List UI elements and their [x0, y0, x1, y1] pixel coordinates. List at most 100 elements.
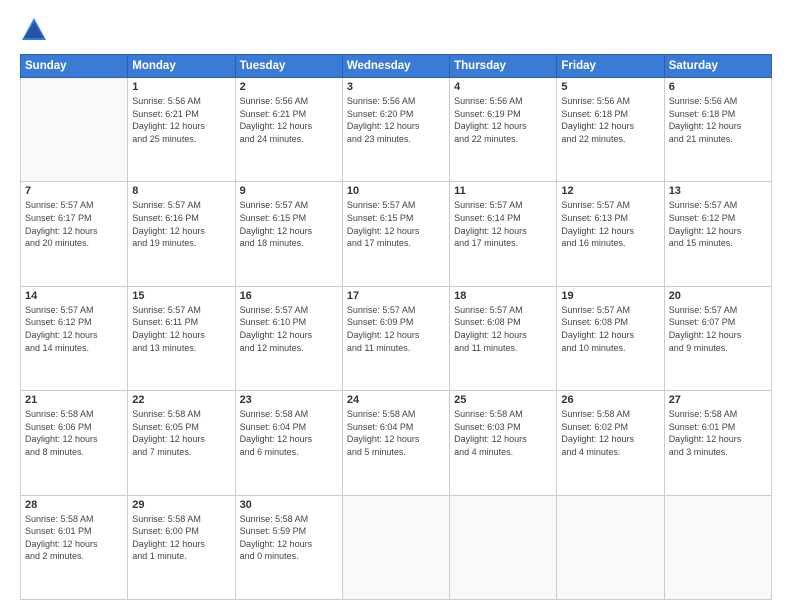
day-cell: 11 Sunrise: 5:57 AM Sunset: 6:14 PM Dayli… [450, 182, 557, 286]
weekday-header-thursday: Thursday [450, 55, 557, 78]
day-cell: 30 Sunrise: 5:58 AM Sunset: 5:59 PM Dayli… [235, 495, 342, 599]
day-number: 5 [561, 81, 659, 93]
weekday-header-tuesday: Tuesday [235, 55, 342, 78]
day-cell: 20 Sunrise: 5:57 AM Sunset: 6:07 PM Dayli… [664, 286, 771, 390]
day-cell: 13 Sunrise: 5:57 AM Sunset: 6:12 PM Dayli… [664, 182, 771, 286]
day-info: Sunrise: 5:56 AM Sunset: 6:18 PM Dayligh… [669, 95, 767, 145]
week-row-4: 21Sunrise: 5:58 AM Sunset: 6:06 PM Dayli… [21, 391, 772, 495]
logo [20, 16, 54, 44]
day-cell: 27 Sunrise: 5:58 AM Sunset: 6:01 PM Dayli… [664, 391, 771, 495]
day-cell: 24Sunrise: 5:58 AM Sunset: 6:04 PM Dayli… [342, 391, 449, 495]
day-info: Sunrise: 5:57 AM Sunset: 6:12 PM Dayligh… [25, 304, 123, 354]
day-info: Sunrise: 5:57 AM Sunset: 6:14 PM Dayligh… [454, 199, 552, 249]
week-row-1: 1 Sunrise: 5:56 AM Sunset: 6:21 PM Daylig… [21, 78, 772, 182]
day-cell: 21Sunrise: 5:58 AM Sunset: 6:06 PM Dayli… [21, 391, 128, 495]
weekday-header-row: SundayMondayTuesdayWednesdayThursdayFrid… [21, 55, 772, 78]
day-number: 21 [25, 394, 123, 406]
day-number: 26 [561, 394, 659, 406]
day-info: Sunrise: 5:56 AM Sunset: 6:19 PM Dayligh… [454, 95, 552, 145]
day-info: Sunrise: 5:56 AM Sunset: 6:21 PM Dayligh… [132, 95, 230, 145]
day-number: 19 [561, 290, 659, 302]
day-cell: 16 Sunrise: 5:57 AM Sunset: 6:10 PM Dayli… [235, 286, 342, 390]
day-number: 4 [454, 81, 552, 93]
calendar: SundayMondayTuesdayWednesdayThursdayFrid… [20, 54, 772, 600]
day-cell: 18 Sunrise: 5:57 AM Sunset: 6:08 PM Dayli… [450, 286, 557, 390]
day-cell: 7 Sunrise: 5:57 AM Sunset: 6:17 PM Daylig… [21, 182, 128, 286]
day-number: 2 [240, 81, 338, 93]
day-cell: 12 Sunrise: 5:57 AM Sunset: 6:13 PM Dayli… [557, 182, 664, 286]
day-cell: 19 Sunrise: 5:57 AM Sunset: 6:08 PM Dayli… [557, 286, 664, 390]
day-number: 18 [454, 290, 552, 302]
day-info: Sunrise: 5:58 AM Sunset: 5:59 PM Dayligh… [240, 513, 338, 563]
day-info: Sunrise: 5:57 AM Sunset: 6:08 PM Dayligh… [561, 304, 659, 354]
day-number: 24 [347, 394, 445, 406]
day-number: 12 [561, 185, 659, 197]
day-number: 15 [132, 290, 230, 302]
day-cell: 23 Sunrise: 5:58 AM Sunset: 6:04 PM Dayli… [235, 391, 342, 495]
day-cell: 14 Sunrise: 5:57 AM Sunset: 6:12 PM Dayli… [21, 286, 128, 390]
page: SundayMondayTuesdayWednesdayThursdayFrid… [0, 0, 792, 612]
day-info: Sunrise: 5:57 AM Sunset: 6:08 PM Dayligh… [454, 304, 552, 354]
day-cell [450, 495, 557, 599]
week-row-2: 7 Sunrise: 5:57 AM Sunset: 6:17 PM Daylig… [21, 182, 772, 286]
day-number: 9 [240, 185, 338, 197]
weekday-header-monday: Monday [128, 55, 235, 78]
day-cell: 26 Sunrise: 5:58 AM Sunset: 6:02 PM Dayli… [557, 391, 664, 495]
day-number: 1 [132, 81, 230, 93]
day-info: Sunrise: 5:58 AM Sunset: 6:01 PM Dayligh… [25, 513, 123, 563]
day-cell: 6 Sunrise: 5:56 AM Sunset: 6:18 PM Daylig… [664, 78, 771, 182]
day-info: Sunrise: 5:58 AM Sunset: 6:02 PM Dayligh… [561, 408, 659, 458]
day-number: 14 [25, 290, 123, 302]
week-row-5: 28 Sunrise: 5:58 AM Sunset: 6:01 PM Dayli… [21, 495, 772, 599]
day-cell: 22Sunrise: 5:58 AM Sunset: 6:05 PM Dayli… [128, 391, 235, 495]
day-cell: 17Sunrise: 5:57 AM Sunset: 6:09 PM Dayli… [342, 286, 449, 390]
day-number: 13 [669, 185, 767, 197]
day-info: Sunrise: 5:57 AM Sunset: 6:10 PM Dayligh… [240, 304, 338, 354]
day-info: Sunrise: 5:56 AM Sunset: 6:18 PM Dayligh… [561, 95, 659, 145]
day-number: 28 [25, 499, 123, 511]
weekday-header-wednesday: Wednesday [342, 55, 449, 78]
day-cell: 25 Sunrise: 5:58 AM Sunset: 6:03 PM Dayli… [450, 391, 557, 495]
day-info: Sunrise: 5:58 AM Sunset: 6:03 PM Dayligh… [454, 408, 552, 458]
day-cell: 3 Sunrise: 5:56 AM Sunset: 6:20 PM Daylig… [342, 78, 449, 182]
day-info: Sunrise: 5:56 AM Sunset: 6:20 PM Dayligh… [347, 95, 445, 145]
day-info: Sunrise: 5:57 AM Sunset: 6:07 PM Dayligh… [669, 304, 767, 354]
day-number: 6 [669, 81, 767, 93]
day-number: 8 [132, 185, 230, 197]
day-info: Sunrise: 5:56 AM Sunset: 6:21 PM Dayligh… [240, 95, 338, 145]
day-cell [21, 78, 128, 182]
day-info: Sunrise: 5:57 AM Sunset: 6:13 PM Dayligh… [561, 199, 659, 249]
day-number: 23 [240, 394, 338, 406]
weekday-header-sunday: Sunday [21, 55, 128, 78]
day-info: Sunrise: 5:57 AM Sunset: 6:12 PM Dayligh… [669, 199, 767, 249]
logo-icon [20, 16, 48, 44]
day-cell: 15Sunrise: 5:57 AM Sunset: 6:11 PM Dayli… [128, 286, 235, 390]
day-number: 11 [454, 185, 552, 197]
day-info: Sunrise: 5:57 AM Sunset: 6:17 PM Dayligh… [25, 199, 123, 249]
day-info: Sunrise: 5:57 AM Sunset: 6:16 PM Dayligh… [132, 199, 230, 249]
day-number: 7 [25, 185, 123, 197]
day-cell: 9 Sunrise: 5:57 AM Sunset: 6:15 PM Daylig… [235, 182, 342, 286]
day-cell: 5 Sunrise: 5:56 AM Sunset: 6:18 PM Daylig… [557, 78, 664, 182]
day-info: Sunrise: 5:57 AM Sunset: 6:15 PM Dayligh… [347, 199, 445, 249]
day-cell [557, 495, 664, 599]
day-info: Sunrise: 5:58 AM Sunset: 6:01 PM Dayligh… [669, 408, 767, 458]
day-cell: 4 Sunrise: 5:56 AM Sunset: 6:19 PM Daylig… [450, 78, 557, 182]
day-cell: 10 Sunrise: 5:57 AM Sunset: 6:15 PM Dayli… [342, 182, 449, 286]
day-number: 30 [240, 499, 338, 511]
day-cell: 1 Sunrise: 5:56 AM Sunset: 6:21 PM Daylig… [128, 78, 235, 182]
day-number: 10 [347, 185, 445, 197]
day-info: Sunrise: 5:58 AM Sunset: 6:04 PM Dayligh… [240, 408, 338, 458]
day-number: 20 [669, 290, 767, 302]
weekday-header-friday: Friday [557, 55, 664, 78]
weekday-header-saturday: Saturday [664, 55, 771, 78]
day-cell: 29Sunrise: 5:58 AM Sunset: 6:00 PM Dayli… [128, 495, 235, 599]
day-cell [342, 495, 449, 599]
day-number: 27 [669, 394, 767, 406]
day-number: 25 [454, 394, 552, 406]
day-cell: 8 Sunrise: 5:57 AM Sunset: 6:16 PM Daylig… [128, 182, 235, 286]
day-number: 16 [240, 290, 338, 302]
day-number: 3 [347, 81, 445, 93]
day-cell: 2 Sunrise: 5:56 AM Sunset: 6:21 PM Daylig… [235, 78, 342, 182]
day-info: Sunrise: 5:57 AM Sunset: 6:15 PM Dayligh… [240, 199, 338, 249]
